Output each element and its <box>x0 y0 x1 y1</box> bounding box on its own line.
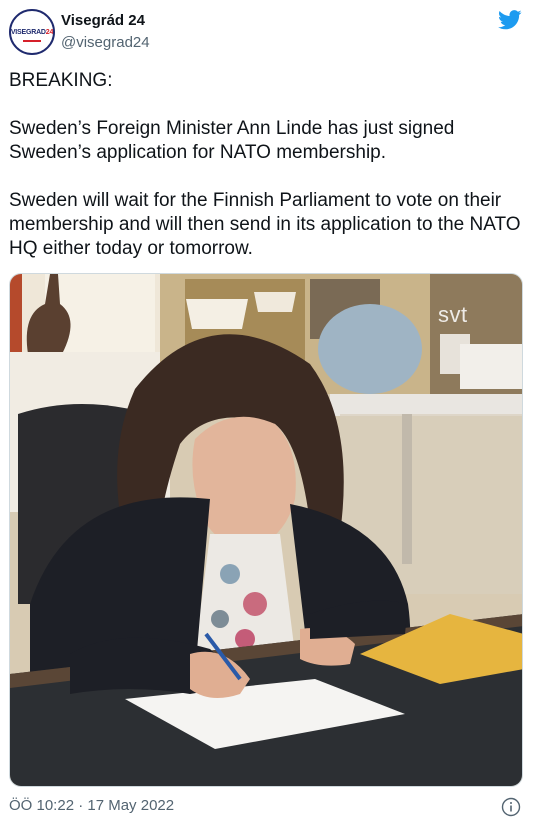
twitter-bird-icon[interactable] <box>498 10 522 30</box>
avatar[interactable]: VISEGRAD24 <box>9 9 55 55</box>
info-icon[interactable] <box>501 797 521 817</box>
tweet-card: VISEGRAD24 Visegrád 24 @visegrad24 BREAK… <box>0 0 536 822</box>
tweet-text: BREAKING: Sweden’s Foreign Minister Ann … <box>9 70 521 259</box>
tweet-timestamp[interactable]: ÖÖ 10:22 · 17 May 2022 <box>9 797 174 814</box>
tweet-photo[interactable] <box>9 273 523 787</box>
media-watermark: svt <box>438 302 468 327</box>
photo-illustration <box>10 274 522 786</box>
account-name[interactable]: Visegrád 24 <box>61 12 145 29</box>
account-handle[interactable]: @visegrad24 <box>61 34 150 51</box>
avatar-logo-text: VISEGRAD24 <box>10 28 54 36</box>
avatar-logo-stripe <box>23 40 41 42</box>
